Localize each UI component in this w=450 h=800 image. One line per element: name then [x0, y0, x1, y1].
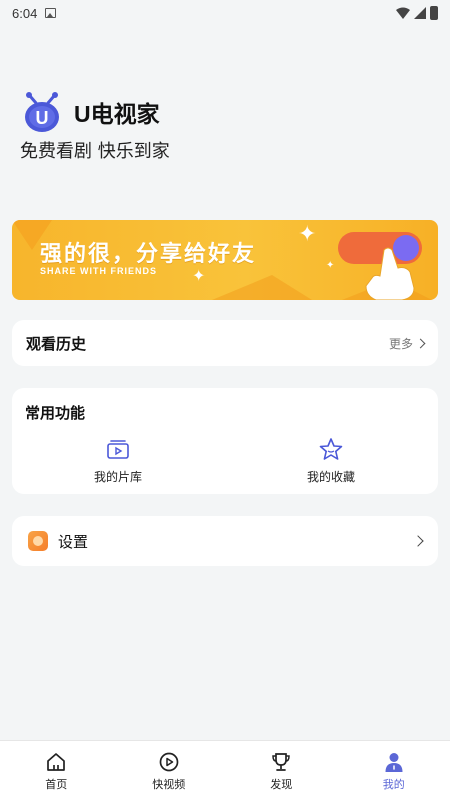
chevron-right-icon — [412, 535, 424, 547]
status-bar: 6:04 — [0, 0, 450, 26]
settings-row[interactable]: 设置 — [12, 516, 438, 566]
nav-mine[interactable]: 我的 — [338, 741, 450, 800]
brand-header: U U电视家 — [20, 90, 160, 134]
signal-icon — [414, 7, 426, 19]
profile-icon — [385, 753, 403, 772]
nav-mine-label: 我的 — [382, 778, 405, 791]
my-library-button[interactable]: 我的片库 — [58, 438, 178, 485]
status-icons — [396, 6, 438, 20]
nav-discover-label: 发现 — [270, 778, 293, 791]
share-banner[interactable]: 强的很，分享给好友 SHARE WITH FRIENDS ✦ ✦ ✦ — [12, 220, 438, 300]
watch-history-title: 观看历史 — [26, 334, 87, 353]
play-circle-icon — [159, 752, 179, 772]
more-label: 更多 — [388, 336, 413, 351]
settings-label: 设置 — [58, 532, 89, 551]
more-button[interactable]: 更多 — [388, 335, 426, 352]
common-functions-card: 常用功能 我的片库 我的收藏 — [12, 388, 438, 494]
sparkle-icon: ✦ — [192, 266, 206, 285]
wifi-icon — [396, 7, 410, 19]
settings-icon — [28, 531, 48, 551]
app-name: U电视家 — [74, 101, 160, 127]
gallery-notification-icon — [45, 8, 57, 18]
app-logo-icon: U — [25, 92, 59, 132]
logo-letter: U — [36, 108, 49, 128]
battery-icon — [430, 6, 438, 20]
home-icon — [47, 753, 66, 771]
star-icon — [319, 438, 343, 460]
nav-short-video-label: 快视频 — [152, 778, 186, 791]
sparkle-icon: ✦ — [298, 222, 317, 247]
banner-title: 强的很，分享给好友 — [40, 242, 257, 267]
video-library-icon — [107, 440, 129, 459]
nav-home-label: 首页 — [45, 778, 68, 791]
my-favorites-label: 我的收藏 — [306, 470, 355, 484]
trophy-icon — [272, 753, 291, 771]
nav-home[interactable]: 首页 — [0, 741, 113, 800]
chevron-right-icon — [415, 338, 426, 348]
pointing-hand-icon — [365, 247, 415, 300]
status-time: 6:04 — [12, 5, 38, 21]
sparkle-icon: ✦ — [326, 260, 335, 271]
my-favorites-button[interactable]: 我的收藏 — [271, 438, 391, 485]
watch-history-card: 观看历史 更多 — [12, 320, 438, 366]
my-library-label: 我的片库 — [93, 470, 142, 484]
common-functions-title: 常用功能 — [25, 404, 86, 422]
app-slogan: 免费看剧 快乐到家 — [20, 141, 170, 162]
nav-short-video[interactable]: 快视频 — [113, 741, 226, 800]
nav-discover[interactable]: 发现 — [225, 741, 338, 800]
bottom-navigation: 首页 快视频 发现 我的 — [0, 740, 450, 800]
banner-subtitle: SHARE WITH FRIENDS — [40, 266, 157, 276]
